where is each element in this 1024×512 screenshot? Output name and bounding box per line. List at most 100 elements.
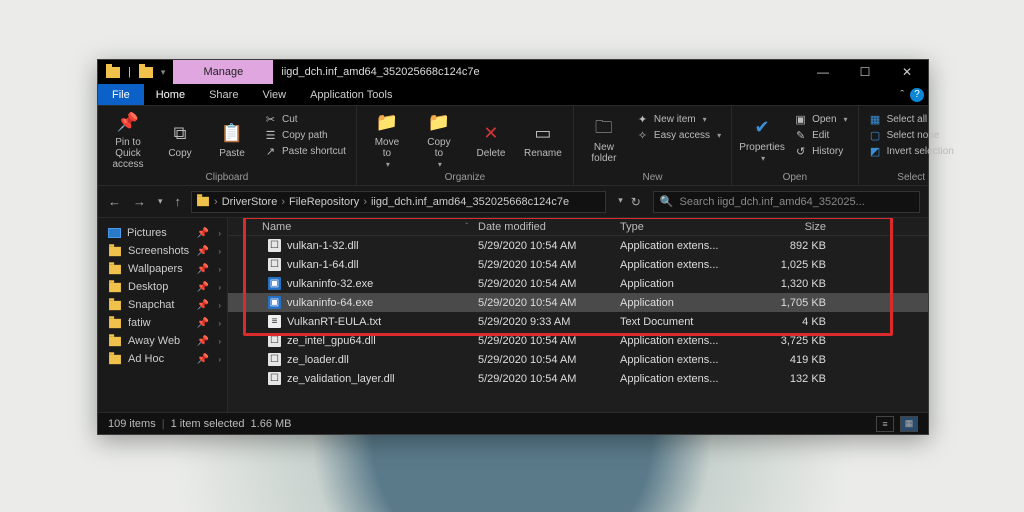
file-size: 1,705 KB <box>758 297 844 309</box>
file-row[interactable]: ▣vulkaninfo-64.exe5/29/2020 10:54 AMAppl… <box>228 293 928 312</box>
close-button[interactable]: ✕ <box>886 60 928 84</box>
details-view-button[interactable]: ≡ <box>876 416 894 432</box>
sidebar-item[interactable]: Desktop📌› <box>98 278 227 296</box>
dropdown-chevron-icon[interactable]: ▾ <box>618 195 623 209</box>
file-row[interactable]: ☐vulkan-1-32.dll5/29/2020 10:54 AMApplic… <box>228 236 928 255</box>
rename-button[interactable]: ▭Rename <box>519 110 567 170</box>
copy-button[interactable]: ⧉Copy <box>156 110 204 170</box>
file-row[interactable]: ≡VulkanRT-EULA.txt5/29/2020 9:33 AMText … <box>228 312 928 331</box>
icons-view-button[interactable]: ▦ <box>900 416 918 432</box>
col-size[interactable]: Size <box>758 221 844 233</box>
file-row[interactable]: ☐ze_loader.dll5/29/2020 10:54 AMApplicat… <box>228 350 928 369</box>
folder-icon <box>109 246 121 255</box>
file-row[interactable]: ☐vulkan-1-64.dll5/29/2020 10:54 AMApplic… <box>228 255 928 274</box>
tab-file[interactable]: File <box>98 84 144 105</box>
sidebar-item[interactable]: Wallpapers📌› <box>98 260 227 278</box>
delete-button[interactable]: ✕Delete <box>467 110 515 170</box>
open-button[interactable]: ▣Open <box>790 112 851 127</box>
col-name[interactable]: Nameˆ <box>228 221 478 233</box>
overflow-icon[interactable]: ▾ <box>161 67 166 78</box>
collapse-ribbon-icon[interactable]: ˆ <box>900 89 904 101</box>
tab-application-tools[interactable]: Application Tools <box>298 84 404 105</box>
copy-icon: ⧉ <box>168 122 192 146</box>
chevron-right-icon: › <box>218 247 221 256</box>
window-title: iigd_dch.inf_amd64_352025668c124c7e <box>273 60 802 84</box>
invert-icon: ◩ <box>869 145 882 158</box>
col-type[interactable]: Type <box>620 221 758 233</box>
pin-quick-access-button[interactable]: 📌Pin to Quick access <box>104 110 152 170</box>
forward-button[interactable]: → <box>131 194 148 209</box>
file-type: Application extens... <box>620 373 758 385</box>
file-date: 5/29/2020 10:54 AM <box>478 259 620 271</box>
pin-icon: 📌 <box>197 282 209 293</box>
file-type: Application extens... <box>620 335 758 347</box>
help-icon[interactable]: ? <box>910 88 924 102</box>
chevron-right-icon: › <box>218 355 221 364</box>
tab-share[interactable]: Share <box>197 84 250 105</box>
sidebar-item[interactable]: fatiw📌› <box>98 314 227 332</box>
breadcrumb-segment[interactable]: DriverStore <box>222 196 278 208</box>
manage-tab[interactable]: Manage <box>173 60 273 84</box>
pin-icon: 📌 <box>197 264 209 275</box>
maximize-button[interactable]: ☐ <box>844 60 886 84</box>
status-bar: 109 items | 1 item selected 1.66 MB ≡ ▦ <box>98 412 928 434</box>
status-size: 1.66 MB <box>251 418 292 430</box>
select-all-icon: ▦ <box>869 113 882 126</box>
select-none-button[interactable]: ▢Select none <box>865 128 958 143</box>
col-date[interactable]: Date modified <box>478 221 620 233</box>
file-type: Application extens... <box>620 240 758 252</box>
select-all-button[interactable]: ▦Select all <box>865 112 958 127</box>
sidebar-item[interactable]: Snapchat📌› <box>98 296 227 314</box>
tab-home[interactable]: Home <box>144 84 197 105</box>
chevron-right-icon: › <box>218 283 221 292</box>
sidebar-item[interactable]: Away Web📌› <box>98 332 227 350</box>
copy-path-button[interactable]: ☰Copy path <box>260 128 350 143</box>
recent-locations-button[interactable]: ▾ <box>156 196 165 207</box>
folder-icon <box>197 197 209 206</box>
pin-icon: 📌 <box>116 111 140 135</box>
cut-button[interactable]: ✂Cut <box>260 112 350 127</box>
group-label: Organize <box>357 170 573 185</box>
file-size: 1,025 KB <box>758 259 844 271</box>
back-button[interactable]: ← <box>106 194 123 209</box>
file-name: ze_loader.dll <box>287 354 349 366</box>
minimize-button[interactable]: — <box>802 60 844 84</box>
file-size: 1,320 KB <box>758 278 844 290</box>
up-button[interactable]: ↑ <box>173 194 184 209</box>
copy-to-icon: 📁 <box>427 111 451 135</box>
file-type: Application <box>620 297 758 309</box>
edit-button[interactable]: ✎Edit <box>790 128 851 143</box>
paste-button[interactable]: 📋Paste <box>208 110 256 170</box>
file-row[interactable]: ☐ze_validation_layer.dll5/29/2020 10:54 … <box>228 369 928 388</box>
sidebar-item[interactable]: Screenshots📌› <box>98 242 227 260</box>
invert-selection-button[interactable]: ◩Invert selection <box>865 144 958 159</box>
new-folder-button[interactable]: 🗀New folder <box>580 110 628 170</box>
sidebar-item[interactable]: Pictures📌› <box>98 224 227 242</box>
copy-to-button[interactable]: 📁Copy to <box>415 110 463 170</box>
group-label: New <box>574 170 731 185</box>
shortcut-icon: ↗ <box>264 145 277 158</box>
txt-file-icon: ≡ <box>268 315 281 328</box>
properties-button[interactable]: ✔Properties <box>738 110 786 170</box>
paste-shortcut-button[interactable]: ↗Paste shortcut <box>260 144 350 159</box>
history-button[interactable]: ↺History <box>790 144 851 159</box>
address-bar[interactable]: › DriverStore› FileRepository› iigd_dch.… <box>191 191 606 213</box>
new-item-button[interactable]: ✦New item <box>632 112 725 127</box>
select-none-icon: ▢ <box>869 129 882 142</box>
column-headers[interactable]: Nameˆ Date modified Type Size <box>228 218 928 236</box>
refresh-button[interactable]: ↻ <box>631 195 641 209</box>
move-to-button[interactable]: 📁Move to <box>363 110 411 170</box>
titlebar: | ▾ Manage iigd_dch.inf_amd64_352025668c… <box>98 60 928 84</box>
easy-access-button[interactable]: ✧Easy access <box>632 128 725 143</box>
breadcrumb-segment[interactable]: iigd_dch.inf_amd64_352025668c124c7e <box>371 196 569 208</box>
file-name: ze_validation_layer.dll <box>287 373 395 385</box>
tab-view[interactable]: View <box>250 84 298 105</box>
folder-icon <box>106 67 120 78</box>
delete-icon: ✕ <box>479 122 503 146</box>
breadcrumb-segment[interactable]: FileRepository <box>289 196 359 208</box>
search-placeholder: Search iigd_dch.inf_amd64_352025... <box>679 196 864 208</box>
sidebar-item[interactable]: Ad Hoc📌› <box>98 350 227 368</box>
search-box[interactable]: 🔍 Search iigd_dch.inf_amd64_352025... <box>653 191 920 213</box>
file-row[interactable]: ▣vulkaninfo-32.exe5/29/2020 10:54 AMAppl… <box>228 274 928 293</box>
file-row[interactable]: ☐ze_intel_gpu64.dll5/29/2020 10:54 AMApp… <box>228 331 928 350</box>
